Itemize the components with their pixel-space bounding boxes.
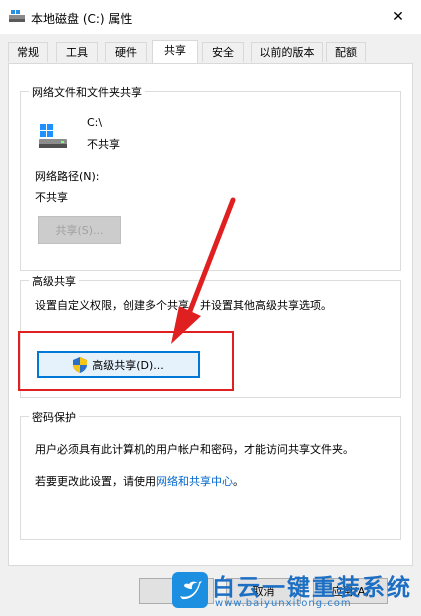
password-protection-title: 密码保护 bbox=[29, 409, 79, 425]
tab-sharing[interactable]: 共享 bbox=[152, 40, 198, 63]
tab-panel: 网络文件和文件夹共享 C:\ 不共享 网络路径(N): 不共享 共享(S)...… bbox=[8, 63, 413, 566]
tab-security[interactable]: 安全 bbox=[202, 42, 244, 62]
red-arrow bbox=[171, 197, 236, 344]
change-setting-text: 若要更改此设置，请使用网络和共享中心。 bbox=[35, 475, 244, 488]
drive-status: 不共享 bbox=[87, 138, 120, 151]
uac-shield-icon bbox=[73, 356, 88, 373]
tab-previous-versions[interactable]: 以前的版本 bbox=[251, 42, 323, 62]
network-path-label: 网络路径(N): bbox=[35, 170, 100, 183]
window-title: 本地磁盘 (C:) 属性 bbox=[31, 12, 133, 26]
twitter-bird-icon bbox=[172, 572, 208, 611]
drive-icon bbox=[9, 10, 25, 27]
share-button[interactable]: 共享(S)... bbox=[38, 216, 121, 244]
advanced-sharing-title: 高级共享 bbox=[29, 273, 79, 289]
drive-name: C:\ bbox=[87, 116, 103, 129]
tab-tools[interactable]: 工具 bbox=[56, 42, 98, 62]
network-sharing-center-link[interactable]: 网络和共享中心 bbox=[156, 475, 233, 488]
tab-hardware[interactable]: 硬件 bbox=[105, 42, 147, 62]
close-icon: ✕ bbox=[392, 9, 404, 25]
password-protection-description: 用户必须具有此计算机的用户帐户和密码，才能访问共享文件夹。 bbox=[35, 443, 354, 456]
advanced-sharing-button[interactable]: 高级共享(D)... bbox=[37, 351, 200, 378]
tab-general[interactable]: 常规 bbox=[8, 42, 48, 62]
close-button[interactable]: ✕ bbox=[375, 0, 421, 34]
title-bar: 本地磁盘 (C:) 属性 ✕ bbox=[0, 0, 421, 34]
watermark-name: 白云一键重装系统 bbox=[212, 575, 412, 601]
tab-quota[interactable]: 配额 bbox=[326, 42, 366, 62]
watermark-url: www.baiyunxitong.com bbox=[215, 598, 352, 609]
network-path-value: 不共享 bbox=[35, 191, 68, 204]
watermark: 白云一键重装系统 www.baiyunxitong.com bbox=[168, 566, 421, 616]
windows-drive-icon bbox=[39, 124, 67, 153]
password-protection-group: 密码保护 用户必须具有此计算机的用户帐户和密码，才能访问共享文件夹。 若要更改此… bbox=[20, 409, 401, 540]
network-sharing-title: 网络文件和文件夹共享 bbox=[29, 84, 145, 100]
